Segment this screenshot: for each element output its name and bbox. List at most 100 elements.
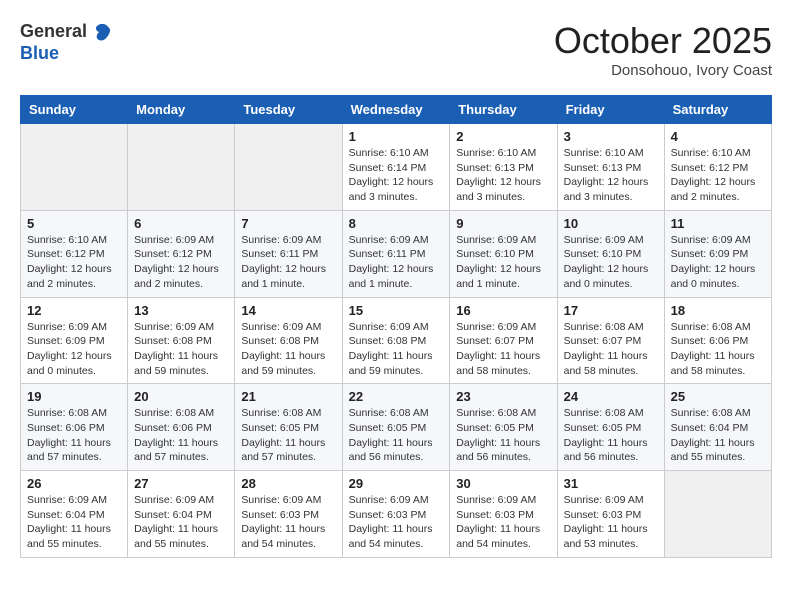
day-info: Sunrise: 6:10 AM Sunset: 6:12 PM Dayligh…	[671, 146, 765, 205]
day-info: Sunrise: 6:09 AM Sunset: 6:11 PM Dayligh…	[241, 233, 335, 292]
weekday-tuesday: Tuesday	[235, 96, 342, 124]
title-area: October 2025 Donsohouo, Ivory Coast	[554, 20, 772, 79]
weekday-header-row: SundayMondayTuesdayWednesdayThursdayFrid…	[21, 96, 772, 124]
day-info: Sunrise: 6:09 AM Sunset: 6:08 PM Dayligh…	[241, 320, 335, 379]
day-info: Sunrise: 6:09 AM Sunset: 6:09 PM Dayligh…	[27, 320, 121, 379]
day-cell	[235, 124, 342, 211]
day-cell: 3Sunrise: 6:10 AM Sunset: 6:13 PM Daylig…	[557, 124, 664, 211]
page-header: General Blue October 2025 Donsohouo, Ivo…	[20, 20, 772, 79]
day-info: Sunrise: 6:08 AM Sunset: 6:05 PM Dayligh…	[456, 406, 550, 465]
day-info: Sunrise: 6:08 AM Sunset: 6:07 PM Dayligh…	[564, 320, 658, 379]
day-number: 7	[241, 216, 335, 231]
logo-blue: Blue	[20, 44, 113, 64]
day-cell	[128, 124, 235, 211]
calendar: SundayMondayTuesdayWednesdayThursdayFrid…	[20, 95, 772, 558]
day-number: 3	[564, 129, 658, 144]
day-number: 22	[349, 389, 444, 404]
day-info: Sunrise: 6:09 AM Sunset: 6:04 PM Dayligh…	[27, 493, 121, 552]
day-info: Sunrise: 6:08 AM Sunset: 6:06 PM Dayligh…	[134, 406, 228, 465]
day-number: 12	[27, 303, 121, 318]
weekday-friday: Friday	[557, 96, 664, 124]
weekday-wednesday: Wednesday	[342, 96, 450, 124]
day-info: Sunrise: 6:09 AM Sunset: 6:03 PM Dayligh…	[349, 493, 444, 552]
logo: General Blue	[20, 20, 113, 64]
day-cell: 8Sunrise: 6:09 AM Sunset: 6:11 PM Daylig…	[342, 210, 450, 297]
day-cell: 10 Sunrise: 6:09 AM Sunset: 6:10 PM Dayli…	[557, 210, 664, 297]
day-number: 18	[671, 303, 765, 318]
week-row-4: 19 Sunrise: 6:08 AM Sunset: 6:06 PM Dayli…	[21, 384, 772, 471]
week-row-2: 5 Sunrise: 6:10 AM Sunset: 6:12 PM Daylig…	[21, 210, 772, 297]
logo-text: General Blue	[20, 20, 113, 64]
weekday-sunday: Sunday	[21, 96, 128, 124]
day-cell: 17 Sunrise: 6:08 AM Sunset: 6:07 PM Dayli…	[557, 297, 664, 384]
day-number: 10	[564, 216, 658, 231]
day-number: 6	[134, 216, 228, 231]
week-row-1: 1 Sunrise: 6:10 AM Sunset: 6:14 PM Daylig…	[21, 124, 772, 211]
day-number: 31	[564, 476, 658, 491]
day-cell: 13 Sunrise: 6:09 AM Sunset: 6:08 PM Dayli…	[128, 297, 235, 384]
day-number: 21	[241, 389, 335, 404]
day-info: Sunrise: 6:08 AM Sunset: 6:05 PM Dayligh…	[349, 406, 444, 465]
day-cell: 4 Sunrise: 6:10 AM Sunset: 6:12 PM Daylig…	[664, 124, 771, 211]
day-info: Sunrise: 6:09 AM Sunset: 6:10 PM Dayligh…	[456, 233, 550, 292]
day-cell: 23 Sunrise: 6:08 AM Sunset: 6:05 PM Dayli…	[450, 384, 557, 471]
day-info: Sunrise: 6:09 AM Sunset: 6:03 PM Dayligh…	[241, 493, 335, 552]
day-number: 5	[27, 216, 121, 231]
month-title: October 2025	[554, 20, 772, 62]
location: Donsohouo, Ivory Coast	[554, 62, 772, 79]
day-number: 16	[456, 303, 550, 318]
day-cell: 18 Sunrise: 6:08 AM Sunset: 6:06 PM Dayli…	[664, 297, 771, 384]
calendar-body: 1 Sunrise: 6:10 AM Sunset: 6:14 PM Daylig…	[21, 124, 772, 558]
logo-bird-icon	[89, 20, 113, 44]
day-info: Sunrise: 6:08 AM Sunset: 6:05 PM Dayligh…	[564, 406, 658, 465]
day-number: 29	[349, 476, 444, 491]
day-number: 8	[349, 216, 444, 231]
day-info: Sunrise: 6:08 AM Sunset: 6:04 PM Dayligh…	[671, 406, 765, 465]
weekday-thursday: Thursday	[450, 96, 557, 124]
day-number: 23	[456, 389, 550, 404]
day-cell: 21 Sunrise: 6:08 AM Sunset: 6:05 PM Dayli…	[235, 384, 342, 471]
day-info: Sunrise: 6:09 AM Sunset: 6:09 PM Dayligh…	[671, 233, 765, 292]
day-number: 20	[134, 389, 228, 404]
day-info: Sunrise: 6:09 AM Sunset: 6:10 PM Dayligh…	[564, 233, 658, 292]
day-cell: 2 Sunrise: 6:10 AM Sunset: 6:13 PM Daylig…	[450, 124, 557, 211]
day-number: 2	[456, 129, 550, 144]
day-info: Sunrise: 6:08 AM Sunset: 6:05 PM Dayligh…	[241, 406, 335, 465]
day-number: 19	[27, 389, 121, 404]
day-cell	[664, 471, 771, 558]
day-info: Sunrise: 6:10 AM Sunset: 6:12 PM Dayligh…	[27, 233, 121, 292]
day-cell: 25Sunrise: 6:08 AM Sunset: 6:04 PM Dayli…	[664, 384, 771, 471]
day-cell: 22 Sunrise: 6:08 AM Sunset: 6:05 PM Dayli…	[342, 384, 450, 471]
day-cell: 6 Sunrise: 6:09 AM Sunset: 6:12 PM Daylig…	[128, 210, 235, 297]
day-number: 4	[671, 129, 765, 144]
day-cell: 30Sunrise: 6:09 AM Sunset: 6:03 PM Dayli…	[450, 471, 557, 558]
day-info: Sunrise: 6:09 AM Sunset: 6:12 PM Dayligh…	[134, 233, 228, 292]
day-number: 24	[564, 389, 658, 404]
day-number: 13	[134, 303, 228, 318]
day-info: Sunrise: 6:09 AM Sunset: 6:08 PM Dayligh…	[349, 320, 444, 379]
day-cell: 28 Sunrise: 6:09 AM Sunset: 6:03 PM Dayli…	[235, 471, 342, 558]
day-number: 17	[564, 303, 658, 318]
day-cell: 26 Sunrise: 6:09 AM Sunset: 6:04 PM Dayli…	[21, 471, 128, 558]
day-cell: 20 Sunrise: 6:08 AM Sunset: 6:06 PM Dayli…	[128, 384, 235, 471]
day-number: 11	[671, 216, 765, 231]
day-info: Sunrise: 6:09 AM Sunset: 6:08 PM Dayligh…	[134, 320, 228, 379]
day-cell: 14Sunrise: 6:09 AM Sunset: 6:08 PM Dayli…	[235, 297, 342, 384]
day-cell: 29 Sunrise: 6:09 AM Sunset: 6:03 PM Dayli…	[342, 471, 450, 558]
day-info: Sunrise: 6:10 AM Sunset: 6:14 PM Dayligh…	[349, 146, 444, 205]
day-cell: 1 Sunrise: 6:10 AM Sunset: 6:14 PM Daylig…	[342, 124, 450, 211]
day-info: Sunrise: 6:09 AM Sunset: 6:07 PM Dayligh…	[456, 320, 550, 379]
day-info: Sunrise: 6:09 AM Sunset: 6:04 PM Dayligh…	[134, 493, 228, 552]
day-cell: 11 Sunrise: 6:09 AM Sunset: 6:09 PM Dayli…	[664, 210, 771, 297]
day-info: Sunrise: 6:09 AM Sunset: 6:03 PM Dayligh…	[564, 493, 658, 552]
day-cell: 5 Sunrise: 6:10 AM Sunset: 6:12 PM Daylig…	[21, 210, 128, 297]
day-number: 26	[27, 476, 121, 491]
day-info: Sunrise: 6:08 AM Sunset: 6:06 PM Dayligh…	[671, 320, 765, 379]
day-cell: 12 Sunrise: 6:09 AM Sunset: 6:09 PM Dayli…	[21, 297, 128, 384]
logo-general: General	[20, 22, 87, 42]
day-cell: 16 Sunrise: 6:09 AM Sunset: 6:07 PM Dayli…	[450, 297, 557, 384]
day-info: Sunrise: 6:10 AM Sunset: 6:13 PM Dayligh…	[456, 146, 550, 205]
day-number: 28	[241, 476, 335, 491]
day-number: 1	[349, 129, 444, 144]
week-row-3: 12 Sunrise: 6:09 AM Sunset: 6:09 PM Dayli…	[21, 297, 772, 384]
